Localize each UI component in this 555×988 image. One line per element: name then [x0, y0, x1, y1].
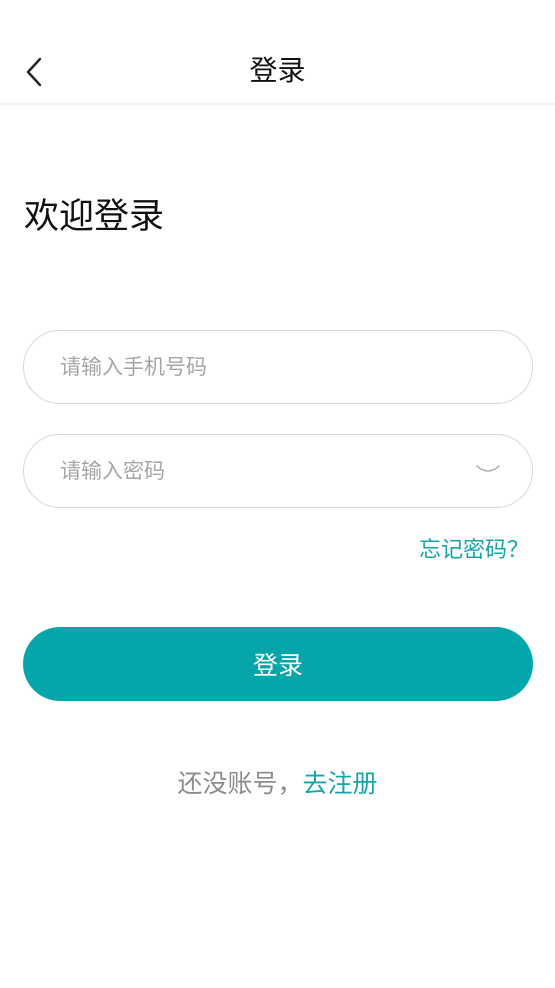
register-prompt-text: 还没账号，	[177, 769, 303, 798]
password-input[interactable]	[58, 458, 462, 484]
login-button[interactable]: 登录	[23, 627, 533, 701]
phone-input[interactable]	[58, 354, 462, 380]
page-title: 登录	[249, 54, 306, 87]
navigation-bar: 登录	[0, 0, 555, 105]
register-prompt: 还没账号，去注册	[0, 764, 555, 804]
register-link[interactable]: 去注册	[303, 769, 378, 798]
phone-field	[23, 330, 533, 404]
password-field	[23, 434, 533, 508]
forgot-password-link[interactable]: 忘记密码？	[419, 534, 529, 568]
welcome-heading: 欢迎登录	[24, 197, 165, 237]
eye-closed-icon[interactable]	[474, 459, 502, 479]
